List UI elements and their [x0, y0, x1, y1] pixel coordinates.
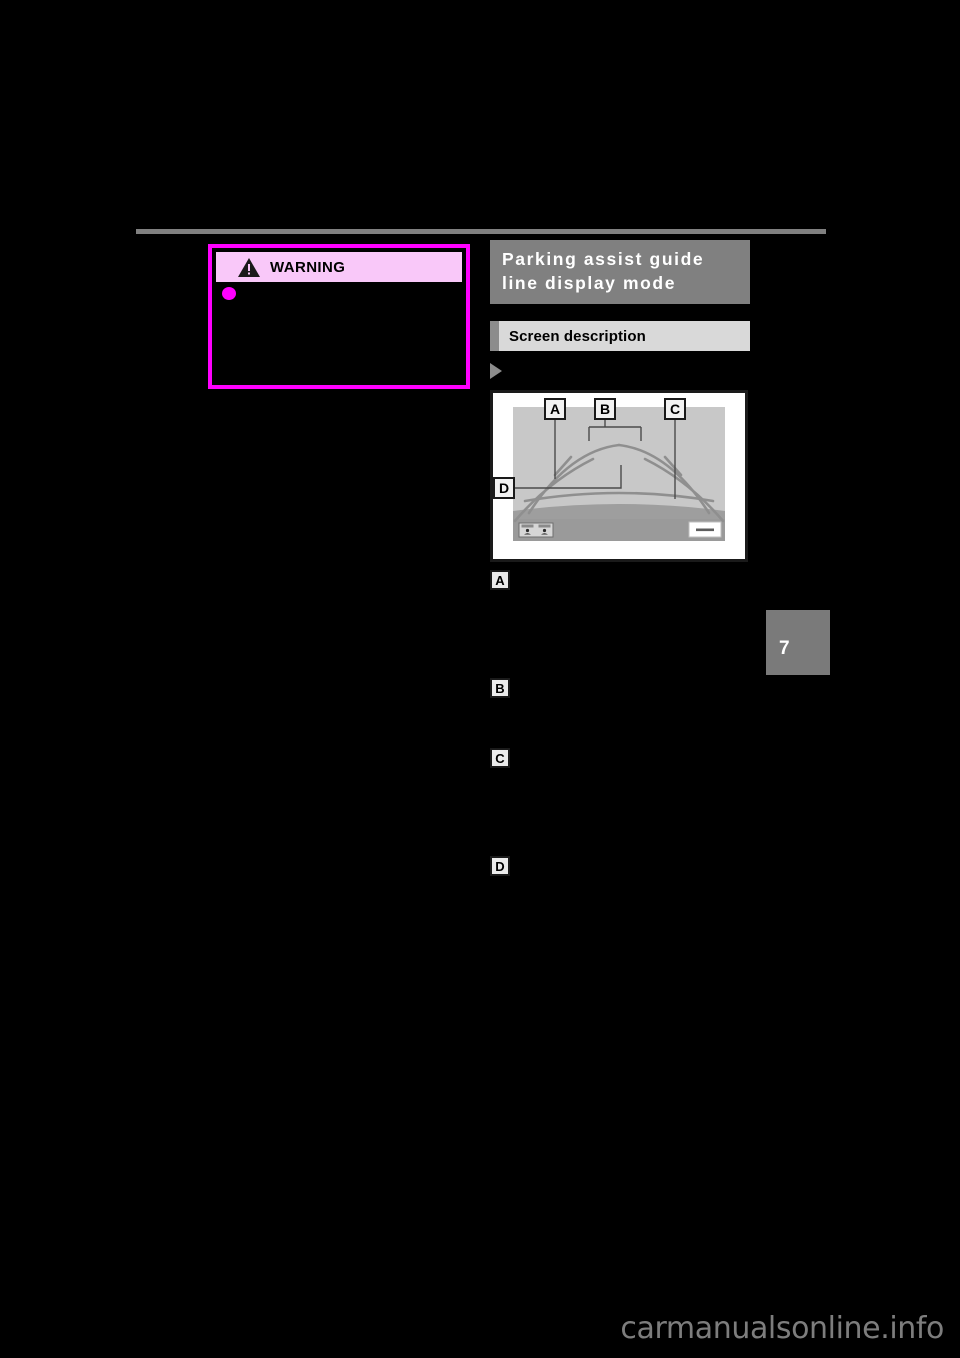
callout-text-b [520, 678, 820, 680]
callout-badge-a: A [490, 570, 510, 590]
callout-item-a: A [490, 570, 820, 592]
dash-button-icon[interactable] [688, 521, 722, 538]
subsection-tab-marker [490, 321, 499, 351]
callout-text-c [520, 748, 820, 750]
svg-text:D: D [499, 480, 509, 496]
warning-body [216, 282, 462, 381]
figure-badge-a: A [544, 398, 566, 420]
play-triangle-icon [490, 363, 502, 379]
callout-badge-c: C [490, 748, 510, 768]
svg-text:A: A [550, 401, 560, 417]
subsection-label: Screen description [509, 327, 646, 345]
camera-screen-illustration: A B C D [493, 393, 745, 559]
warning-triangle-icon [238, 257, 260, 277]
figure-badge-c: C [664, 398, 686, 420]
callout-item-b: B [490, 678, 820, 700]
warning-header: WARNING [216, 252, 462, 282]
site-watermark: carmanualsonline.info [620, 1311, 944, 1346]
right-column: Parking assist guide line display mode S… [490, 240, 750, 562]
manual-page: WARNING Parking assist guide line displa… [0, 0, 960, 1358]
section-title: Parking assist guide line display mode [490, 240, 750, 304]
figure-badge-b: B [594, 398, 616, 420]
arrow-marker-row [490, 361, 750, 381]
subsection-header: Screen description [490, 321, 750, 351]
callout-badge-d: D [490, 856, 510, 876]
callout-text-a [520, 570, 820, 572]
callout-badge-b: B [490, 678, 510, 698]
svg-text:C: C [670, 401, 680, 417]
svg-text:B: B [600, 401, 610, 417]
callout-item-d: D [490, 856, 820, 878]
warning-title: WARNING [270, 258, 346, 276]
figure-badge-d: D [493, 477, 515, 499]
callout-item-c: C [490, 748, 820, 770]
rear-view-camera-figure: A B C D [490, 390, 748, 562]
warning-panel: WARNING [208, 244, 470, 389]
warning-bullet-icon [222, 287, 236, 300]
callout-text-d [520, 856, 820, 858]
header-rule [136, 229, 826, 234]
camera-view-toggle-icon[interactable] [518, 522, 554, 538]
chapter-tab: 7 [766, 610, 830, 675]
chapter-number: 7 [779, 638, 790, 659]
